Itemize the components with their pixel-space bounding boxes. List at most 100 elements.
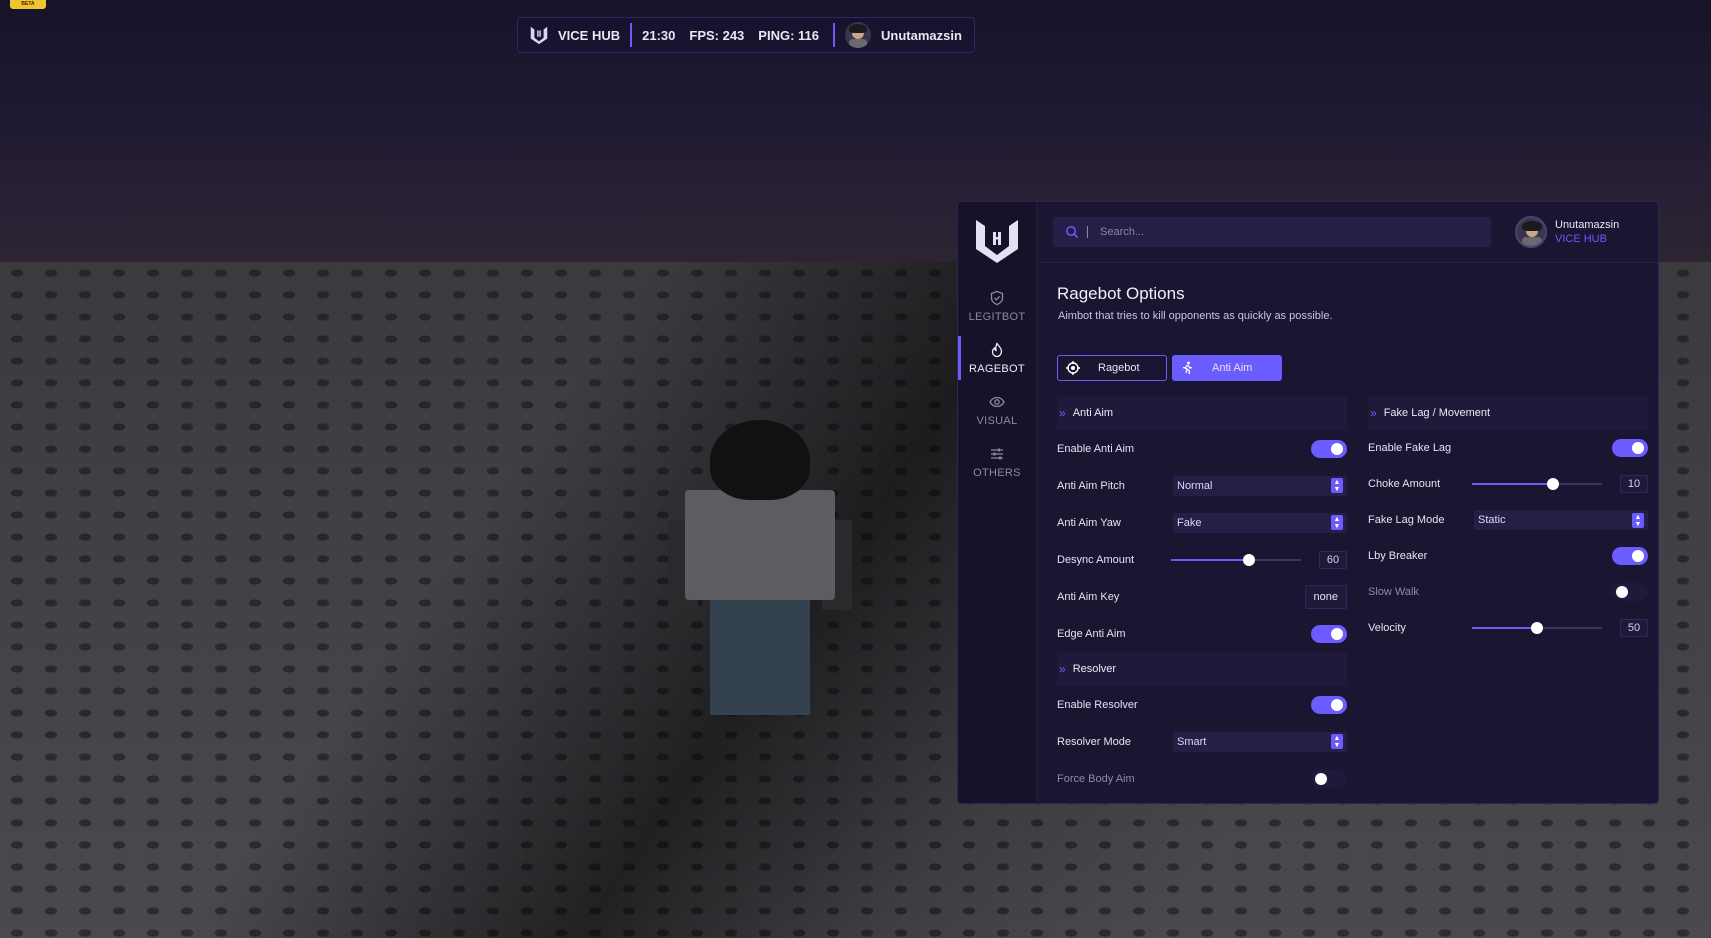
enable-anti-aim-toggle[interactable] bbox=[1311, 439, 1347, 458]
hud-fps: FPS: 243 bbox=[689, 27, 745, 43]
setting-anti-aim-key: Anti Aim Key none bbox=[1057, 578, 1347, 615]
lby-breaker-toggle[interactable] bbox=[1612, 547, 1648, 565]
sidebar-item-others[interactable]: OTHERS bbox=[958, 436, 1037, 488]
beta-badge: BETA bbox=[10, 0, 46, 9]
running-person-icon bbox=[1182, 361, 1193, 375]
user-profile[interactable]: Unutamazsin VICE HUB bbox=[1515, 216, 1619, 248]
choke-amount-value[interactable]: 10 bbox=[1620, 475, 1648, 493]
character-torso bbox=[685, 490, 835, 600]
setting-label: Enable Fake Lag bbox=[1368, 442, 1452, 454]
velocity-slider[interactable] bbox=[1472, 622, 1602, 634]
edge-anti-aim-toggle[interactable] bbox=[1311, 624, 1347, 643]
double-chevron-icon: » bbox=[1059, 406, 1066, 420]
desync-amount-slider[interactable] bbox=[1171, 553, 1301, 566]
setting-label: Edge Anti Aim bbox=[1057, 627, 1126, 640]
tab-ragebot[interactable]: Ragebot bbox=[1057, 355, 1167, 381]
velocity-value[interactable]: 50 bbox=[1620, 619, 1648, 637]
setting-label: Choke Amount bbox=[1368, 478, 1441, 490]
crosshair-icon bbox=[1066, 361, 1080, 375]
select-value: Normal bbox=[1177, 479, 1213, 492]
search-placeholder: Search... bbox=[1100, 226, 1145, 238]
section-header-anti-aim: » Anti Aim bbox=[1057, 396, 1347, 430]
search-cursor bbox=[1087, 226, 1088, 238]
setting-edge-anti-aim: Edge Anti Aim bbox=[1057, 615, 1347, 652]
sidebar-item-ragebot[interactable]: RAGEBOT bbox=[958, 332, 1037, 384]
enable-resolver-toggle[interactable] bbox=[1311, 695, 1347, 714]
top-bar: Search... Unutamazsin VICE HUB bbox=[1037, 202, 1658, 263]
slider-fill bbox=[1171, 558, 1249, 561]
page-heading: Ragebot Options Aimbot that tries to kil… bbox=[1057, 284, 1333, 322]
slider-fill bbox=[1472, 627, 1537, 629]
page-description: Aimbot that tries to kill opponents as q… bbox=[1058, 310, 1333, 322]
setting-label: Slow Walk bbox=[1368, 586, 1419, 598]
hud-app-name: VICE HUB bbox=[558, 27, 621, 43]
user-name: Unutamazsin bbox=[1555, 219, 1620, 231]
sidebar: LEGITBOT RAGEBOT VISUAL OTHERS bbox=[958, 202, 1037, 803]
character-head bbox=[710, 420, 810, 500]
hud-ping: PING: 116 bbox=[758, 27, 819, 43]
sidebar-item-label: RAGEBOT bbox=[969, 362, 1025, 375]
search-input[interactable]: Search... bbox=[1053, 217, 1491, 247]
select-arrows-icon: ▲ ▼ bbox=[1331, 734, 1343, 749]
section-title: Fake Lag / Movement bbox=[1383, 407, 1491, 419]
hud-avatar bbox=[845, 22, 871, 48]
sidebar-item-label: OTHERS bbox=[973, 466, 1021, 479]
search-icon bbox=[1066, 226, 1079, 239]
setting-force-body-aim: Force Body Aim bbox=[1057, 760, 1347, 797]
slider-thumb[interactable] bbox=[1243, 553, 1255, 566]
page-title: Ragebot Options bbox=[1057, 284, 1185, 303]
double-chevron-icon: » bbox=[1059, 662, 1066, 676]
setting-resolver-mode: Resolver Mode Smart ▲ ▼ bbox=[1057, 723, 1347, 760]
resolver-mode-select[interactable]: Smart ▲ ▼ bbox=[1173, 731, 1347, 752]
select-value: Fake bbox=[1177, 516, 1202, 529]
hud-divider bbox=[833, 23, 835, 47]
eye-icon bbox=[989, 396, 1005, 407]
force-body-aim-toggle[interactable] bbox=[1311, 769, 1347, 788]
tab-label: Ragebot bbox=[1098, 362, 1140, 374]
character-legs bbox=[710, 595, 810, 715]
hud-username: Unutamazsin bbox=[881, 27, 962, 43]
setting-label: Resolver Mode bbox=[1057, 735, 1131, 748]
setting-label: Desync Amount bbox=[1057, 553, 1135, 566]
setting-label: Lby Breaker bbox=[1368, 550, 1428, 562]
slider-fill bbox=[1472, 483, 1553, 485]
slider-thumb[interactable] bbox=[1531, 622, 1543, 634]
sidebar-item-label: LEGITBOT bbox=[968, 310, 1026, 323]
fake-lag-mode-select[interactable]: Static ▲ ▼ bbox=[1474, 510, 1648, 530]
sliders-icon bbox=[991, 448, 1003, 459]
avatar bbox=[1515, 216, 1547, 248]
hud-divider bbox=[630, 23, 633, 47]
sidebar-item-visual[interactable]: VISUAL bbox=[958, 384, 1037, 436]
tab-label: Anti Aim bbox=[1212, 362, 1253, 374]
slow-walk-toggle[interactable] bbox=[1612, 583, 1648, 601]
anti-aim-keybind[interactable]: none bbox=[1304, 584, 1347, 609]
setting-anti-aim-pitch: Anti Aim Pitch Normal ▲ ▼ bbox=[1057, 467, 1347, 504]
section-header-fake-lag: » Fake Lag / Movement bbox=[1368, 396, 1648, 430]
setting-label: Force Body Aim bbox=[1057, 772, 1135, 785]
player-character bbox=[668, 420, 852, 720]
section-title: Resolver bbox=[1072, 663, 1117, 675]
slider-thumb[interactable] bbox=[1546, 478, 1559, 490]
setting-enable-resolver: Enable Resolver bbox=[1057, 686, 1347, 723]
anti-aim-yaw-select[interactable]: Fake ▲ ▼ bbox=[1173, 512, 1347, 533]
user-subtitle: VICE HUB bbox=[1555, 233, 1607, 245]
setting-label: Velocity bbox=[1368, 622, 1406, 634]
select-arrows-icon: ▲ ▼ bbox=[1632, 512, 1644, 528]
anti-aim-pitch-select[interactable]: Normal ▲ ▼ bbox=[1173, 475, 1347, 496]
top-hud: VICE HUB 21:30 FPS: 243 PING: 116 Unutam… bbox=[517, 17, 975, 53]
desync-amount-value[interactable]: 60 bbox=[1319, 550, 1347, 569]
choke-amount-slider[interactable] bbox=[1472, 478, 1602, 490]
main-content: Search... Unutamazsin VICE HUB Ragebot O… bbox=[1037, 202, 1658, 803]
section-header-resolver: » Resolver bbox=[1057, 652, 1347, 686]
setting-velocity: Velocity 50 bbox=[1368, 610, 1648, 646]
enable-fake-lag-toggle[interactable] bbox=[1612, 439, 1648, 457]
hud-time: 21:30 bbox=[642, 27, 676, 43]
select-value: Static bbox=[1478, 514, 1506, 526]
setting-slow-walk: Slow Walk bbox=[1368, 574, 1648, 610]
select-value: Smart bbox=[1177, 735, 1207, 748]
tab-anti-aim[interactable]: Anti Aim bbox=[1172, 355, 1282, 381]
setting-label: Anti Aim Pitch bbox=[1057, 479, 1125, 492]
setting-label: Anti Aim Key bbox=[1057, 590, 1120, 603]
shield-check-icon bbox=[990, 290, 1004, 305]
sidebar-item-legitbot[interactable]: LEGITBOT bbox=[958, 280, 1037, 332]
